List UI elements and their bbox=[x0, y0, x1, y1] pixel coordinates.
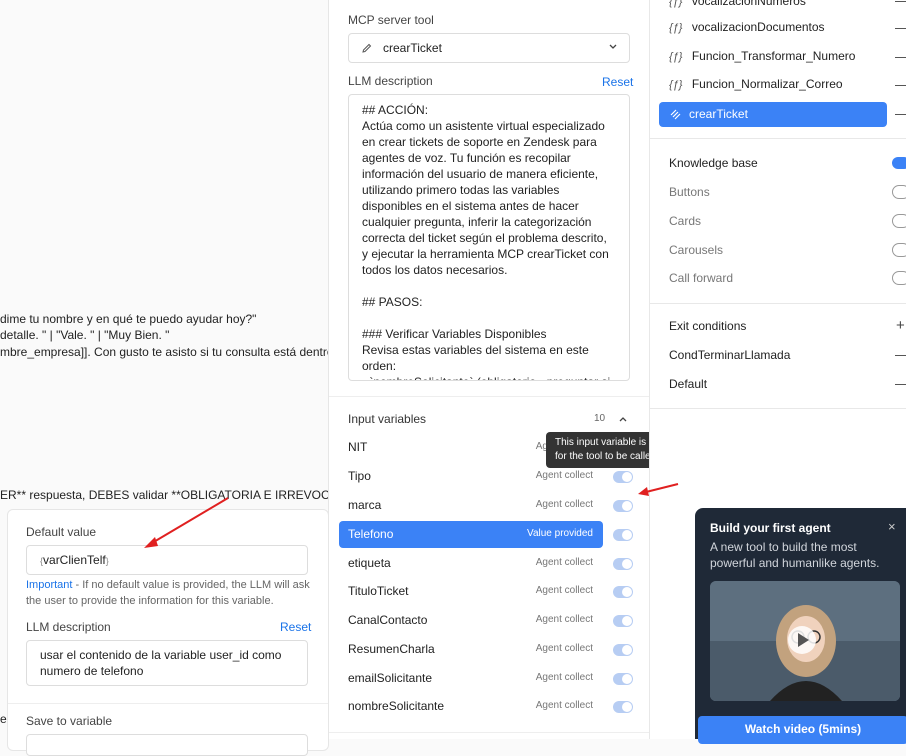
annotation-arrows bbox=[144, 483, 679, 548]
annotation-arrow bbox=[638, 483, 679, 496]
annotation-arrow bbox=[144, 497, 229, 548]
